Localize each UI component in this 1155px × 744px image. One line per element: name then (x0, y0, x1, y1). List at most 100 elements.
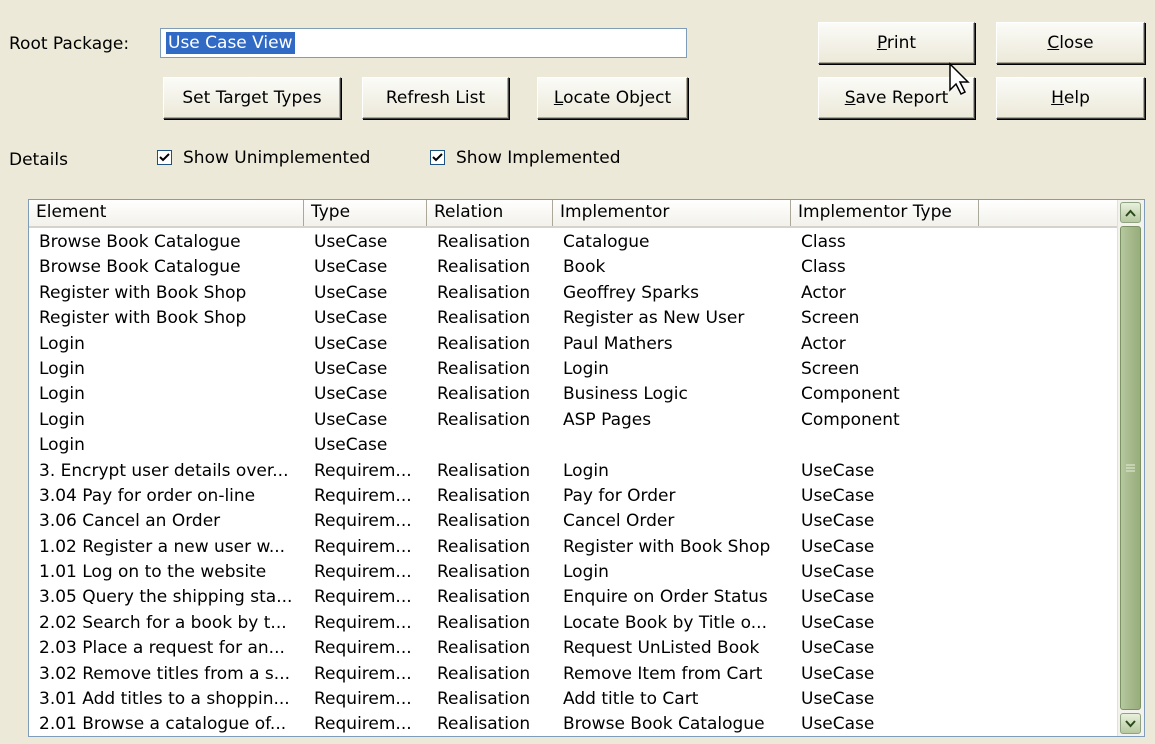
save-report-label-rest: ave Report (855, 88, 949, 108)
cell-implementor: Enquire on Order Status (563, 587, 768, 608)
cell-implementor: Book (563, 257, 606, 278)
scroll-down-button[interactable] (1120, 713, 1141, 734)
table-row[interactable]: 3.05 Query the shipping sta... Requirem..… (29, 585, 1118, 610)
close-button[interactable]: Close (996, 22, 1145, 64)
cell-implementor-type: UseCase (801, 460, 875, 481)
list-rows: Browse Book Catalogue UseCase Realisation C… (29, 230, 1118, 736)
column-header-element[interactable]: Element (29, 200, 304, 226)
column-header-implementor-type[interactable]: Implementor Type (791, 200, 979, 226)
cell-implementor-type: Component (801, 409, 900, 430)
scroll-up-button[interactable] (1120, 202, 1141, 223)
locate-object-button[interactable]: Locate Object (537, 77, 688, 119)
cell-type: UseCase (314, 409, 388, 430)
help-button[interactable]: Help (996, 77, 1145, 119)
cell-relation: Realisation (437, 409, 531, 430)
table-row[interactable]: Login UseCase (29, 433, 1118, 458)
cell-type: Requirem... (314, 511, 412, 532)
table-row[interactable]: Browse Book Catalogue UseCase Realisation B… (29, 255, 1118, 280)
cell-implementor-type: UseCase (801, 612, 875, 633)
cell-relation: Realisation (437, 282, 531, 303)
table-row[interactable]: 1.02 Register a new user w... Requirem...… (29, 535, 1118, 560)
column-header-implementor[interactable]: Implementor (553, 200, 791, 226)
scroll-thumb[interactable] (1120, 226, 1141, 710)
cell-implementor: Paul Mathers (563, 333, 673, 354)
cell-implementor (553, 433, 791, 458)
cell-implementor-type: Class (801, 232, 846, 252)
cell-implementor: ASP Pages (563, 409, 652, 430)
cell-implementor: Browse Book Catalogue (563, 714, 765, 735)
cell-implementor: Cancel Order (563, 511, 675, 532)
table-row[interactable]: 3.06 Cancel an Order Requirem... Realisati… (29, 509, 1118, 534)
table-row[interactable]: Register with Book Shop UseCase Realisatio… (29, 306, 1118, 331)
cell-implementor: Locate Book by Title o... (563, 612, 767, 633)
cell-implementor-type: UseCase (801, 562, 875, 583)
help-label-rest: elp (1063, 88, 1090, 108)
cell-implementor-type (791, 433, 979, 458)
cell-element: Login (39, 384, 85, 405)
cell-implementor: Request UnListed Book (563, 638, 760, 659)
cell-relation: Realisation (437, 638, 531, 659)
cell-implementor: Business Logic (563, 384, 688, 405)
cell-relation: Realisation (437, 460, 531, 481)
cell-type: Requirem... (314, 562, 412, 583)
root-package-input[interactable]: Use Case View (160, 28, 687, 58)
cell-implementor-type: UseCase (801, 587, 875, 608)
table-row[interactable]: Login UseCase Realisation Business Logic Com… (29, 382, 1118, 407)
table-row[interactable]: 3.04 Pay for order on-line Requirem... Rea… (29, 484, 1118, 509)
details-label: Details (9, 150, 68, 170)
cell-element: 3.05 Query the shipping sta... (39, 587, 293, 608)
table-row[interactable]: 2.01 Browse a catalogue of... Requirem...… (29, 712, 1118, 736)
cell-type: UseCase (314, 358, 388, 379)
cell-relation: Realisation (437, 714, 531, 735)
cell-implementor-type: Component (801, 384, 900, 405)
cell-element: Login (39, 358, 85, 379)
locate-object-label-rest: ocate Object (563, 88, 672, 108)
cell-element: Login (39, 435, 85, 456)
table-row[interactable]: 2.03 Place a request for an... Requirem..… (29, 636, 1118, 661)
cell-relation: Realisation (437, 663, 531, 684)
refresh-list-button[interactable]: Refresh List (362, 77, 509, 119)
cell-element: 3.06 Cancel an Order (39, 511, 221, 532)
table-row[interactable]: 2.02 Search for a book by t... Requirem..… (29, 611, 1118, 636)
cell-element: 2.03 Place a request for an... (39, 638, 285, 659)
cell-relation: Realisation (437, 536, 531, 557)
cell-type: UseCase (314, 384, 388, 405)
cell-implementor: Catalogue (563, 232, 650, 252)
cell-type: Requirem... (314, 638, 412, 659)
cell-relation: Realisation (437, 689, 531, 710)
table-row[interactable]: 3.02 Remove titles from a s... Requirem..… (29, 662, 1118, 687)
cell-element: 2.01 Browse a catalogue of... (39, 714, 287, 735)
table-row[interactable]: 3. Encrypt user details over... Requirem.… (29, 459, 1118, 484)
column-header-type[interactable]: Type (304, 200, 427, 226)
table-row[interactable]: Register with Book Shop UseCase Realisatio… (29, 281, 1118, 306)
cell-implementor-type: UseCase (801, 689, 875, 710)
close-accel: C (1047, 33, 1060, 53)
table-row[interactable]: 1.01 Log on to the website Requirem... Rea… (29, 560, 1118, 585)
cell-implementor-type: UseCase (801, 663, 875, 684)
show-unimplemented-checkbox[interactable] (157, 150, 172, 165)
implementation-list[interactable]: Element Type Relation Implementor Implem… (28, 199, 1145, 737)
vertical-scrollbar[interactable] (1117, 200, 1144, 736)
cell-type: Requirem... (314, 689, 412, 710)
cell-type: UseCase (314, 308, 388, 329)
cell-implementor-type: Class (801, 257, 846, 278)
cell-element: 3.04 Pay for order on-line (39, 485, 256, 506)
set-target-types-button[interactable]: Set Target Types (163, 77, 341, 119)
column-header-relation[interactable]: Relation (427, 200, 553, 226)
table-row[interactable]: Login UseCase Realisation Login Screen (29, 357, 1118, 382)
table-row[interactable]: 3.01 Add titles to a shoppin... Requirem.… (29, 687, 1118, 712)
scroll-up-arrow-icon (1125, 209, 1136, 217)
cell-implementor: Register as New User (563, 308, 745, 329)
cell-relation: Realisation (437, 308, 531, 329)
cell-implementor-type: Actor (801, 282, 846, 303)
cell-implementor-type: Actor (801, 333, 846, 354)
checkmark-icon (159, 153, 170, 162)
help-label: Help (1051, 88, 1090, 108)
table-row[interactable]: Browse Book Catalogue UseCase Realisation C… (29, 230, 1118, 255)
cell-type: Requirem... (314, 663, 412, 684)
table-row[interactable]: Login UseCase Realisation ASP Pages Componen… (29, 408, 1118, 433)
cell-type: UseCase (314, 257, 388, 278)
table-row[interactable]: Login UseCase Realisation Paul Mathers Actor (29, 332, 1118, 357)
show-implemented-checkbox[interactable] (430, 150, 445, 165)
cell-implementor: Register with Book Shop (563, 536, 771, 557)
